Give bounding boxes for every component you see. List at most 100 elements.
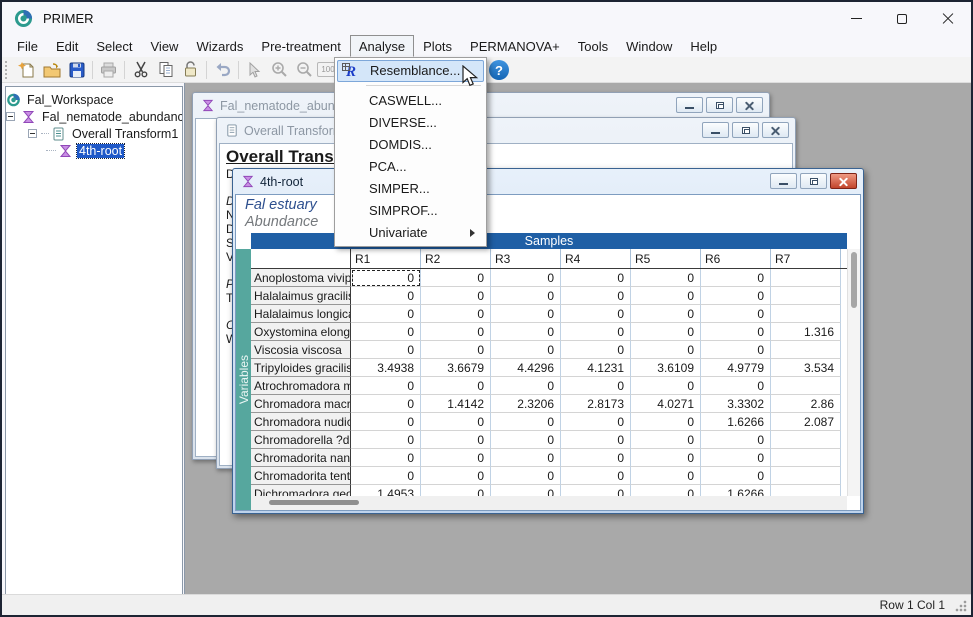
data-cell[interactable]: 0 xyxy=(701,467,771,485)
copy-icon[interactable] xyxy=(153,59,178,81)
data-cell[interactable]: 0 xyxy=(491,287,561,305)
menu-item[interactable]: PERMANOVA+ xyxy=(461,35,569,57)
paste-lock-icon[interactable] xyxy=(178,59,203,81)
data-cell[interactable] xyxy=(771,467,841,485)
species-header-cell[interactable] xyxy=(251,249,351,268)
data-cell[interactable]: 0 xyxy=(631,467,701,485)
data-cell[interactable]: 0 xyxy=(701,341,771,359)
data-cell[interactable]: 4.9779 xyxy=(701,359,771,377)
data-cell[interactable]: 0 xyxy=(631,269,701,287)
data-cell[interactable] xyxy=(771,377,841,395)
data-cell[interactable]: 0 xyxy=(631,305,701,323)
data-cell[interactable]: 0 xyxy=(631,449,701,467)
data-cell[interactable]: 0 xyxy=(491,341,561,359)
data-cell[interactable]: 3.4938 xyxy=(351,359,421,377)
data-cell[interactable]: 0 xyxy=(701,287,771,305)
print-icon[interactable] xyxy=(96,59,121,81)
menu-option[interactable]: SIMPROF... xyxy=(337,200,484,222)
menu-item[interactable]: View xyxy=(142,35,188,57)
data-cell[interactable]: 0 xyxy=(491,449,561,467)
data-cell[interactable]: 0 xyxy=(491,485,561,496)
data-cell[interactable]: 0 xyxy=(351,467,421,485)
menu-option[interactable]: PCA... xyxy=(337,156,484,178)
data-cell[interactable]: 0 xyxy=(491,377,561,395)
cut-icon[interactable] xyxy=(128,59,153,81)
species-name-cell[interactable]: Chromadorella ?du xyxy=(251,431,351,449)
tree-item-workspace[interactable]: Fal_Workspace xyxy=(6,91,182,108)
data-cell[interactable] xyxy=(771,341,841,359)
data-cell[interactable]: 0 xyxy=(561,449,631,467)
data-cell[interactable] xyxy=(771,485,841,496)
tree-item-4th-root[interactable]: 4th-root xyxy=(6,142,182,159)
species-name-cell[interactable]: Anoplostoma vivipa xyxy=(251,269,351,287)
menu-item[interactable]: Help xyxy=(681,35,726,57)
data-cell[interactable]: 0 xyxy=(631,377,701,395)
species-name-cell[interactable]: Chromadora macro xyxy=(251,395,351,413)
menu-item[interactable]: Analyse xyxy=(350,35,414,57)
data-cell[interactable]: 2.8173 xyxy=(561,395,631,413)
data-cell[interactable] xyxy=(771,305,841,323)
close-button[interactable] xyxy=(736,97,763,113)
restore-button[interactable] xyxy=(800,173,827,189)
data-cell[interactable]: 0 xyxy=(701,377,771,395)
help-icon[interactable]: ? xyxy=(489,60,509,80)
maximize-button[interactable] xyxy=(879,2,925,35)
data-cell[interactable]: 0 xyxy=(351,431,421,449)
data-cell[interactable]: 0 xyxy=(351,287,421,305)
data-cell[interactable]: 0 xyxy=(351,395,421,413)
data-cell[interactable]: 1.4142 xyxy=(421,395,491,413)
data-cell[interactable]: 0 xyxy=(491,467,561,485)
data-cell[interactable]: 4.4296 xyxy=(491,359,561,377)
menu-option[interactable]: Univariate xyxy=(337,222,484,244)
data-cell[interactable] xyxy=(771,269,841,287)
collapse-icon[interactable] xyxy=(6,112,15,121)
data-cell[interactable]: 3.534 xyxy=(771,359,841,377)
scrollbar-thumb[interactable] xyxy=(851,252,857,308)
data-cell[interactable]: 0 xyxy=(561,413,631,431)
data-cell[interactable]: 0 xyxy=(351,341,421,359)
column-header-cell[interactable]: R1 xyxy=(351,249,421,268)
menu-item[interactable]: Pre-treatment xyxy=(252,35,349,57)
data-cell[interactable] xyxy=(771,431,841,449)
data-cell[interactable] xyxy=(771,449,841,467)
data-cell[interactable]: 0 xyxy=(491,305,561,323)
data-cell[interactable]: 2.087 xyxy=(771,413,841,431)
data-cell[interactable]: 0 xyxy=(701,449,771,467)
data-cell[interactable]: 1.4953 xyxy=(351,485,421,496)
data-cell[interactable]: 3.6679 xyxy=(421,359,491,377)
menu-option[interactable]: DOMDIS... xyxy=(337,134,484,156)
minimize-button[interactable] xyxy=(676,97,703,113)
data-cell[interactable]: 0 xyxy=(421,287,491,305)
data-cell[interactable]: 0 xyxy=(351,305,421,323)
vertical-scrollbar[interactable] xyxy=(847,249,860,496)
data-cell[interactable]: 0 xyxy=(351,377,421,395)
species-name-cell[interactable]: Atrochromadora mi xyxy=(251,377,351,395)
data-cell[interactable]: 0 xyxy=(421,305,491,323)
horizontal-scrollbar[interactable] xyxy=(251,496,847,510)
menu-option[interactable]: DIVERSE... xyxy=(337,112,484,134)
data-cell[interactable]: 0 xyxy=(421,449,491,467)
data-cell[interactable]: 2.86 xyxy=(771,395,841,413)
tree-item-abundance[interactable]: Fal_nematode_abundance xyxy=(6,108,182,125)
data-cell[interactable]: 0 xyxy=(421,467,491,485)
data-cell[interactable]: 4.0271 xyxy=(631,395,701,413)
data-cell[interactable]: 0 xyxy=(561,485,631,496)
data-cell[interactable]: 0 xyxy=(631,413,701,431)
column-header-cell[interactable]: R4 xyxy=(561,249,631,268)
window-titlebar[interactable]: Overall Transform1 xyxy=(219,118,793,143)
species-name-cell[interactable]: Viscosia viscosa xyxy=(251,341,351,359)
column-header-cell[interactable]: R3 xyxy=(491,249,561,268)
species-name-cell[interactable]: Halalaimus longicau xyxy=(251,305,351,323)
resize-grip[interactable] xyxy=(955,600,967,612)
data-cell[interactable]: 0 xyxy=(631,323,701,341)
data-cell[interactable]: 0 xyxy=(561,431,631,449)
data-cell[interactable]: 1.6266 xyxy=(701,485,771,496)
data-cell[interactable]: 0 xyxy=(561,305,631,323)
species-name-cell[interactable]: Oxystomina elongat xyxy=(251,323,351,341)
data-cell[interactable]: 0 xyxy=(561,467,631,485)
toolbar-grip[interactable] xyxy=(5,61,10,79)
menu-option[interactable]: CASWELL... xyxy=(337,90,484,112)
species-name-cell[interactable]: Tripyloides gracilis xyxy=(251,359,351,377)
data-cell[interactable]: 0 xyxy=(491,269,561,287)
save-icon[interactable] xyxy=(64,59,89,81)
